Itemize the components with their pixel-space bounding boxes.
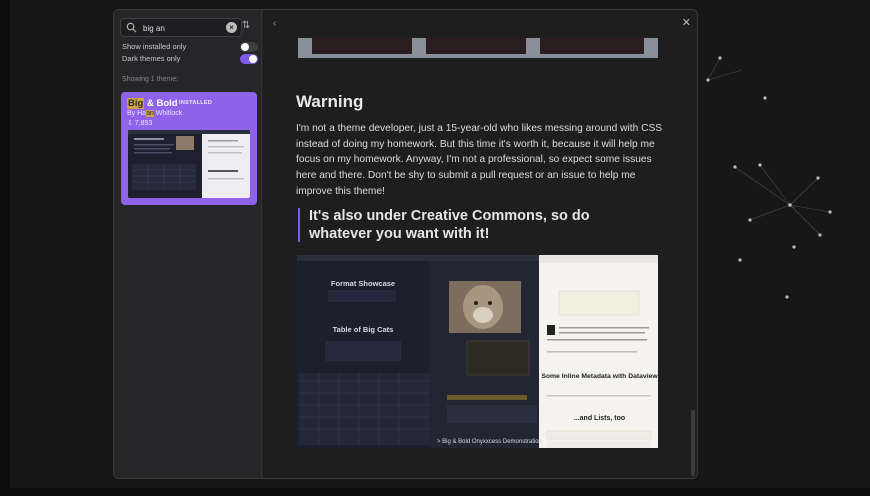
readme-blockquote: It's also under Creative Commons, so do … (309, 208, 590, 242)
installed-badge: INSTALLED (179, 100, 213, 106)
dark-themes-toggle[interactable] (240, 54, 258, 64)
download-icon: ⇩ (127, 120, 135, 127)
theme-card-downloads: ⇩ 7,853 (127, 120, 153, 127)
search-box[interactable]: × (120, 18, 242, 37)
theme-card-thumbnail (128, 130, 250, 198)
show-installed-row: Show installed only (122, 41, 258, 53)
show-installed-toggle[interactable] (240, 42, 258, 52)
show-installed-label: Show installed only (122, 42, 187, 51)
theme-browser-modal: × ⇅ Show installed only Dark themes only… (113, 9, 698, 479)
preview-lists-title: ...and Lists, too (573, 415, 626, 422)
theme-card-author: By Haan Whitlock (127, 110, 183, 117)
theme-detail-pane: ‹ ✕ Warning I'm not a theme developer, j… (263, 10, 697, 478)
scrollbar-thumb[interactable] (691, 410, 695, 476)
search-icon (126, 22, 137, 33)
theme-sidebar: × ⇅ Show installed only Dark themes only… (114, 10, 262, 478)
clear-search-icon[interactable]: × (226, 22, 237, 33)
theme-card-name: Big & Bold (127, 98, 178, 109)
result-count: Showing 1 theme: (122, 76, 179, 83)
readme-screenshot-top (298, 38, 658, 58)
close-icon[interactable]: ✕ (682, 16, 691, 29)
dark-themes-label: Dark themes only (122, 54, 181, 63)
preview-table-title: Table of Big Cats (332, 325, 394, 334)
preview-footer-link: > Big & Bold Onyxxcess Demonstration (437, 439, 542, 445)
readme-heading: Warning (296, 92, 364, 111)
readme-preview-screenshot: Format Showcase Table of Big Cats Some I… (297, 255, 658, 448)
preview-format-title: Format Showcase (330, 279, 396, 288)
preview-inline-title: Some Inline Metadata with Dataview (541, 373, 658, 380)
backdrop-edge (0, 488, 870, 496)
blockquote-bar (298, 208, 300, 242)
readme-paragraph: I'm not a theme developer, just a 15-yea… (296, 123, 663, 197)
sort-icon[interactable]: ⇅ (242, 20, 256, 34)
back-chevron-icon[interactable]: ‹ (273, 18, 276, 29)
graph-view-background (706, 56, 832, 299)
search-input[interactable] (143, 21, 223, 35)
dark-themes-row: Dark themes only (122, 53, 258, 65)
theme-card-big-and-bold[interactable]: Big & Bold INSTALLED By Haan Whitlock ⇩ … (121, 92, 257, 205)
backdrop-edge (0, 0, 10, 496)
